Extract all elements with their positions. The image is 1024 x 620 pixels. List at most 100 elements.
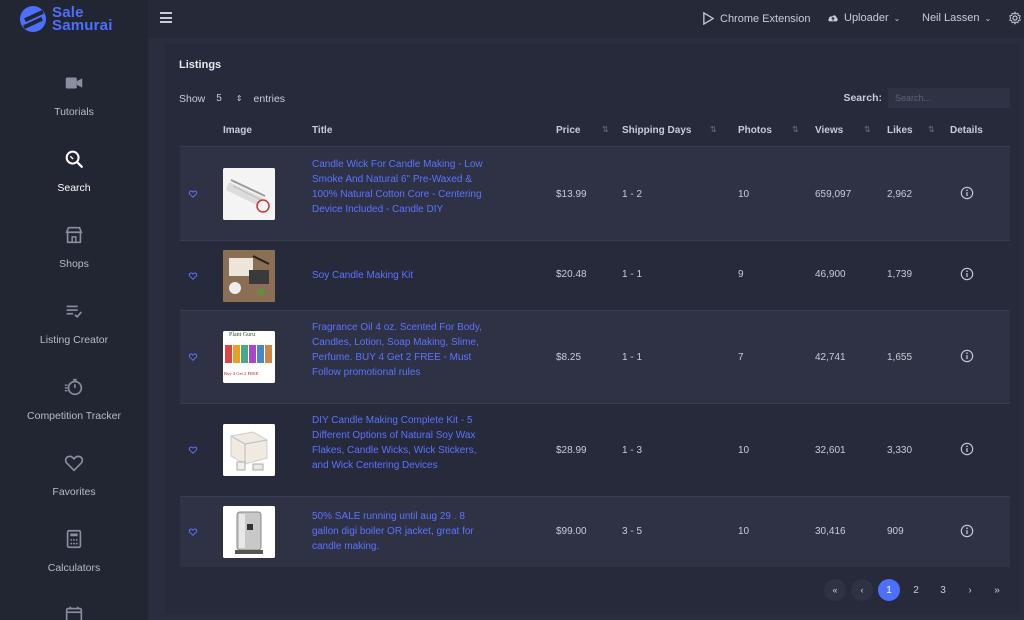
listings-card: Listings Show 5 ⇕ entries Search: Image … xyxy=(165,44,1020,614)
pagination-page-1[interactable]: 1 xyxy=(878,579,900,601)
sidebar-item-favorites[interactable]: Favorites xyxy=(0,452,148,498)
listing-title-link[interactable]: DIY Candle Making Complete Kit - 5 Diffe… xyxy=(312,413,484,473)
info-icon[interactable] xyxy=(960,267,974,281)
product-image[interactable] xyxy=(223,506,275,558)
table-row: Soy Candle Making Kit $20.48 1 - 1 9 46,… xyxy=(180,241,1010,311)
sort-icon[interactable]: ⇅ xyxy=(792,125,799,134)
sort-icon[interactable]: ⇅ xyxy=(710,125,717,134)
sidebar-item-shops[interactable]: Shops xyxy=(0,224,148,270)
photos-cell: 7 xyxy=(738,352,744,363)
product-image[interactable] xyxy=(223,424,275,476)
chrome-extension-link[interactable]: Chrome Extension xyxy=(702,12,811,25)
cloud-upload-icon xyxy=(828,15,838,22)
entries-value: 5 xyxy=(216,93,222,104)
likes-cell: 1,739 xyxy=(887,269,913,280)
shipping-days-cell: 1 - 1 xyxy=(622,352,643,363)
play-store-icon xyxy=(703,12,715,25)
favorite-heart-icon[interactable] xyxy=(188,271,198,281)
sidebar-item-listing-creator[interactable]: Listing Creator xyxy=(0,300,148,346)
video-icon xyxy=(65,77,83,89)
column-header-price[interactable]: Price xyxy=(556,125,580,136)
column-header-title[interactable]: Title xyxy=(312,125,332,136)
column-header-views[interactable]: Views xyxy=(815,125,843,136)
table-row: DIY Candle Making Complete Kit - 5 Diffe… xyxy=(180,404,1010,497)
listing-title-link[interactable]: Soy Candle Making Kit xyxy=(312,268,484,283)
sort-icon[interactable]: ⇅ xyxy=(864,125,871,134)
sidebar: Sale Samurai Tutorials Search Shops List… xyxy=(0,0,148,620)
table-search: Search: xyxy=(843,88,1010,108)
price-cell: $28.99 xyxy=(556,445,587,456)
gear-icon xyxy=(1009,11,1021,25)
favorite-heart-icon[interactable] xyxy=(188,189,198,199)
sidebar-item-calendar[interactable] xyxy=(0,604,148,620)
sidebar-item-label: Shops xyxy=(59,258,89,270)
shipping-days-cell: 1 - 1 xyxy=(622,269,643,280)
top-bar: Chrome Extension Uploader ⌄ Neil Lassen … xyxy=(148,0,1024,38)
views-cell: 32,601 xyxy=(815,445,846,456)
column-header-shipping-days[interactable]: Shipping Days xyxy=(622,125,691,136)
table-row: Plant Guru Buy 4 Get 2 FREE Fragrance Oi… xyxy=(180,311,1010,404)
store-icon xyxy=(65,226,83,244)
sidebar-item-tutorials[interactable]: Tutorials xyxy=(0,72,148,118)
price-cell: $13.99 xyxy=(556,189,587,200)
favorite-heart-icon[interactable] xyxy=(188,445,198,455)
listing-title-link[interactable]: 50% SALE running until aug 29 . 8 gallon… xyxy=(312,509,484,554)
thumb-brand-text: Plant Guru xyxy=(229,332,256,338)
price-cell: $20.48 xyxy=(556,269,587,280)
uploader-menu[interactable]: Uploader ⌄ xyxy=(827,12,900,24)
info-icon[interactable] xyxy=(960,186,974,200)
pagination-page-2[interactable]: 2 xyxy=(905,579,927,601)
listing-title-link[interactable]: Fragrance Oil 4 oz. Scented For Body, Ca… xyxy=(312,320,484,380)
favorite-heart-icon[interactable] xyxy=(188,352,198,362)
thumb-promo-text: Buy 4 Get 2 FREE xyxy=(224,371,259,376)
sort-icon[interactable]: ⇅ xyxy=(928,125,935,134)
photos-cell: 10 xyxy=(738,526,750,537)
sidebar-item-search[interactable]: Search xyxy=(0,148,148,194)
pagination: « ‹ 1 2 3 › » xyxy=(824,579,1008,601)
likes-cell: 909 xyxy=(887,526,904,537)
column-header-likes[interactable]: Likes xyxy=(887,125,913,136)
photos-cell: 9 xyxy=(738,269,744,280)
pagination-last-button[interactable]: » xyxy=(986,579,1008,601)
chrome-extension-label: Chrome Extension xyxy=(720,12,811,25)
search-input[interactable] xyxy=(888,88,1010,108)
menu-toggle-icon[interactable] xyxy=(160,12,172,23)
sidebar-item-calculators[interactable]: Calculators xyxy=(0,528,148,574)
user-name: Neil Lassen xyxy=(922,12,980,24)
sidebar-item-label: Search xyxy=(57,182,91,194)
listings-table: Image Title Price ⇅ Shipping Days ⇅ Phot… xyxy=(180,114,1010,567)
entries-select[interactable]: 5 ⇕ xyxy=(212,92,246,105)
views-cell: 659,097 xyxy=(815,189,852,200)
listing-title-link[interactable]: Candle Wick For Candle Making - Low Smok… xyxy=(312,157,484,217)
app-logo[interactable]: Sale Samurai xyxy=(20,5,113,34)
product-image[interactable] xyxy=(223,250,275,302)
column-header-details[interactable]: Details xyxy=(950,125,983,136)
shipping-days-cell: 1 - 3 xyxy=(622,445,643,456)
pagination-prev-button[interactable]: ‹ xyxy=(851,579,873,601)
product-image[interactable] xyxy=(223,168,275,220)
price-cell: $99.00 xyxy=(556,526,587,537)
settings-button[interactable] xyxy=(1008,11,1022,25)
pagination-next-button[interactable]: › xyxy=(959,579,981,601)
sidebar-item-label: Listing Creator xyxy=(39,334,109,346)
pagination-first-button[interactable]: « xyxy=(824,579,846,601)
search-icon xyxy=(65,150,83,168)
product-image[interactable]: Plant Guru Buy 4 Get 2 FREE xyxy=(223,331,275,383)
logo-line-2: Samurai xyxy=(52,17,113,34)
column-header-image[interactable]: Image xyxy=(223,125,252,136)
favorite-heart-icon[interactable] xyxy=(188,527,198,537)
user-menu[interactable]: Neil Lassen ⌄ xyxy=(922,12,991,24)
entries-length-control: Show 5 ⇕ entries xyxy=(179,92,285,105)
pagination-page-3[interactable]: 3 xyxy=(932,579,954,601)
sidebar-item-competition-tracker[interactable]: Competition Tracker xyxy=(0,376,148,422)
table-row: Candle Wick For Candle Making - Low Smok… xyxy=(180,147,1010,241)
entries-label: entries xyxy=(253,92,286,105)
sidebar-item-label: Tutorials xyxy=(54,106,94,118)
info-icon[interactable] xyxy=(960,442,974,456)
logo-mark-icon xyxy=(20,6,46,32)
sort-icon[interactable]: ⇅ xyxy=(602,125,609,134)
info-icon[interactable] xyxy=(960,349,974,363)
column-header-photos[interactable]: Photos xyxy=(738,125,772,136)
info-icon[interactable] xyxy=(960,524,974,538)
chevron-down-icon: ⌄ xyxy=(893,13,901,23)
